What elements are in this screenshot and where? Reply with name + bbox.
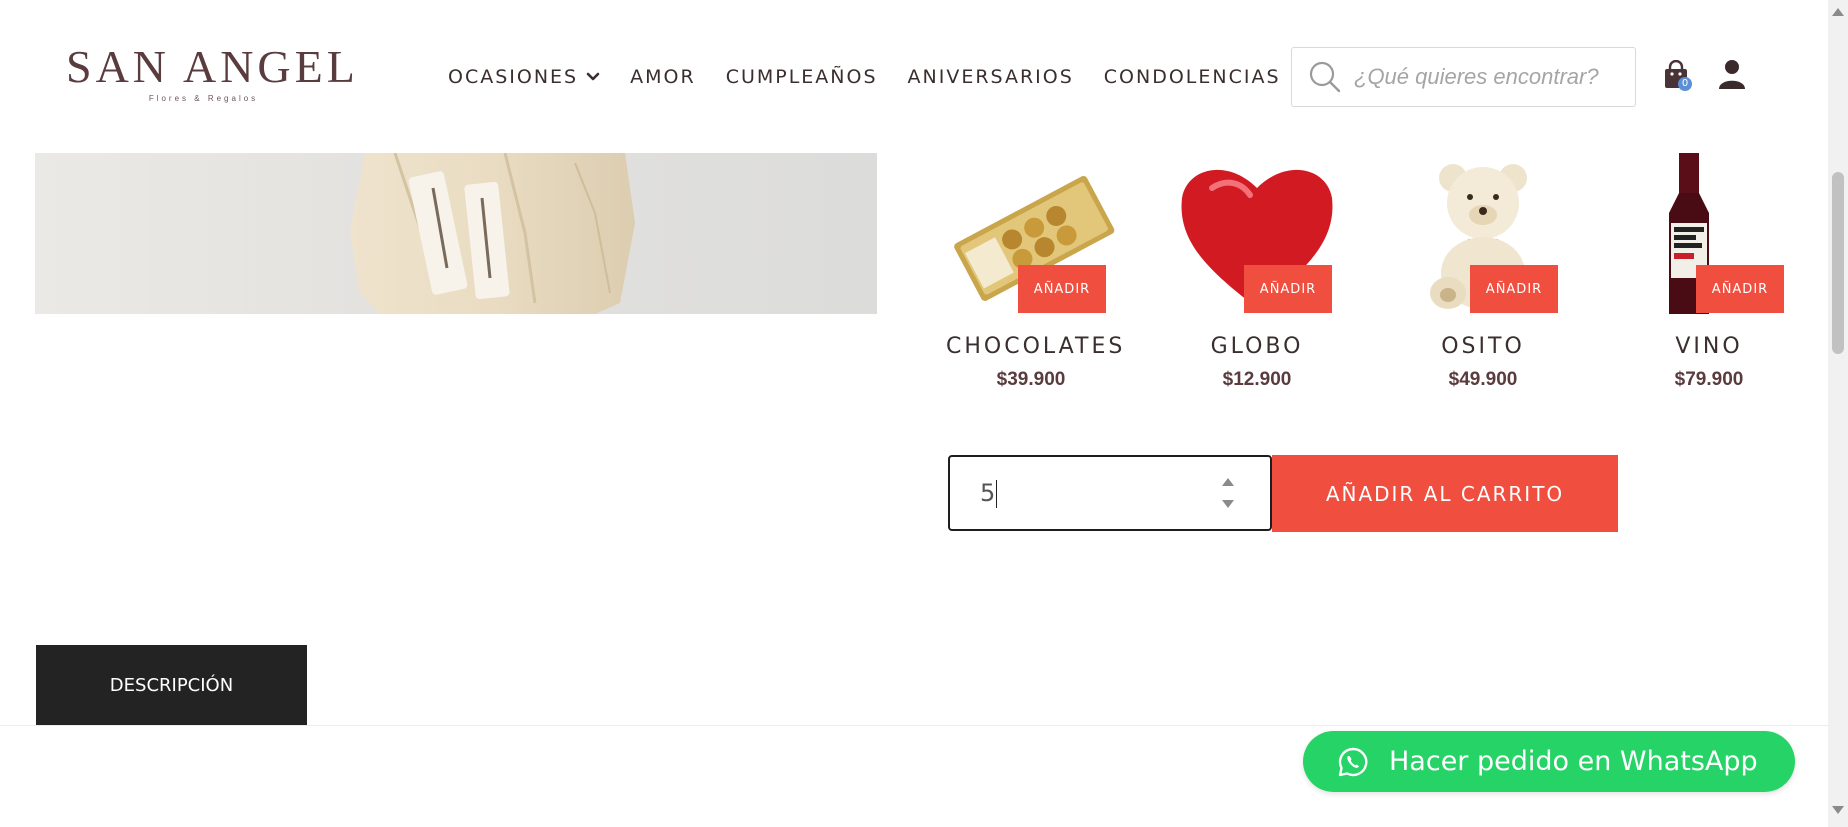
search-input[interactable] (1354, 64, 1624, 90)
addon-price: $39.900 (996, 369, 1066, 390)
add-addon-button[interactable]: AÑADIR (1470, 265, 1558, 313)
addon-image: AÑADIR (1398, 153, 1568, 314)
cart-count-badge: 0 (1678, 77, 1692, 91)
addon-card: AÑADIR GLOBO $12.900 (1172, 153, 1342, 391)
search-box (1291, 47, 1636, 107)
addon-name: GLOBO (1210, 334, 1304, 359)
quantity-spinner[interactable] (1220, 478, 1236, 508)
nav-label: OCASIONES (448, 66, 579, 88)
cart-button[interactable]: 0 (1662, 59, 1692, 92)
brand-logo[interactable]: SAN ANGEL Flores & Regalos (66, 41, 359, 108)
tab-description[interactable]: DESCRIPCIÓN (36, 645, 307, 725)
product-image (35, 153, 877, 314)
quantity-stepper[interactable]: 5 (948, 455, 1272, 531)
add-to-cart-button[interactable]: AÑADIR AL CARRITO (1272, 455, 1618, 532)
addon-price: $79.900 (1674, 369, 1744, 390)
nav-item-aniversarios[interactable]: ANIVERSARIOS (908, 66, 1074, 88)
whatsapp-order-button[interactable]: Hacer pedido en WhatsApp (1303, 731, 1795, 792)
spinner-up-icon[interactable] (1222, 478, 1234, 486)
addon-name: OSITO (1441, 334, 1525, 359)
brand-name: SAN ANGEL (66, 41, 359, 92)
add-addon-button[interactable]: AÑADIR (1244, 265, 1332, 313)
addon-price: $49.900 (1448, 369, 1518, 390)
nav-label: ANIVERSARIOS (907, 66, 1074, 88)
chevron-down-icon (586, 72, 600, 81)
site-header: SAN ANGEL Flores & Regalos OCASIONES AMO… (0, 0, 1828, 153)
quantity-field[interactable]: 5 (980, 479, 1220, 508)
nav-label: AMOR (630, 66, 696, 88)
brand-tagline: Flores & Regalos (148, 94, 259, 103)
page-scrollbar[interactable] (1828, 0, 1848, 827)
addon-card: AÑADIR OSITO $49.900 (1398, 153, 1568, 391)
nav-item-condolencias[interactable]: CONDOLENCIAS (1104, 66, 1281, 88)
tab-label: DESCRIPCIÓN (109, 674, 234, 696)
scroll-down-icon[interactable] (1832, 806, 1844, 814)
nav-item-amor[interactable]: AMOR (630, 66, 696, 88)
nav-label: CUMPLEAÑOS (725, 66, 878, 88)
nav-item-cumpleanos[interactable]: CUMPLEAÑOS (726, 66, 878, 88)
user-icon[interactable] (1718, 58, 1746, 90)
product-photo (350, 153, 635, 314)
add-addon-button[interactable]: AÑADIR (1696, 265, 1784, 313)
addon-price: $12.900 (1222, 369, 1292, 390)
main-nav: OCASIONES AMOR CUMPLEAÑOS ANIVERSARIOS C… (448, 66, 1311, 88)
addon-image: AÑADIR (946, 153, 1116, 314)
quantity-value: 5 (980, 478, 996, 507)
nav-item-ocasiones[interactable]: OCASIONES (448, 66, 600, 88)
text-caret (996, 479, 998, 508)
whatsapp-label: Hacer pedido en WhatsApp (1389, 746, 1758, 777)
add-addon-button[interactable]: AÑADIR (1018, 265, 1106, 313)
addon-image: AÑADIR (1624, 153, 1794, 314)
search-icon[interactable] (1308, 60, 1342, 94)
addon-name: CHOCOLATES (946, 334, 1126, 359)
addon-name: VINO (1675, 334, 1743, 359)
scrollbar-thumb[interactable] (1832, 172, 1844, 354)
spinner-down-icon[interactable] (1222, 500, 1234, 508)
addon-card: AÑADIR CHOCOLATES $39.900 (946, 153, 1126, 391)
scroll-up-icon[interactable] (1832, 8, 1844, 16)
addon-card: AÑADIR VINO $79.900 (1624, 153, 1794, 391)
addon-image: AÑADIR (1172, 153, 1342, 314)
whatsapp-icon (1338, 747, 1368, 776)
nav-label: CONDOLENCIAS (1103, 66, 1281, 88)
